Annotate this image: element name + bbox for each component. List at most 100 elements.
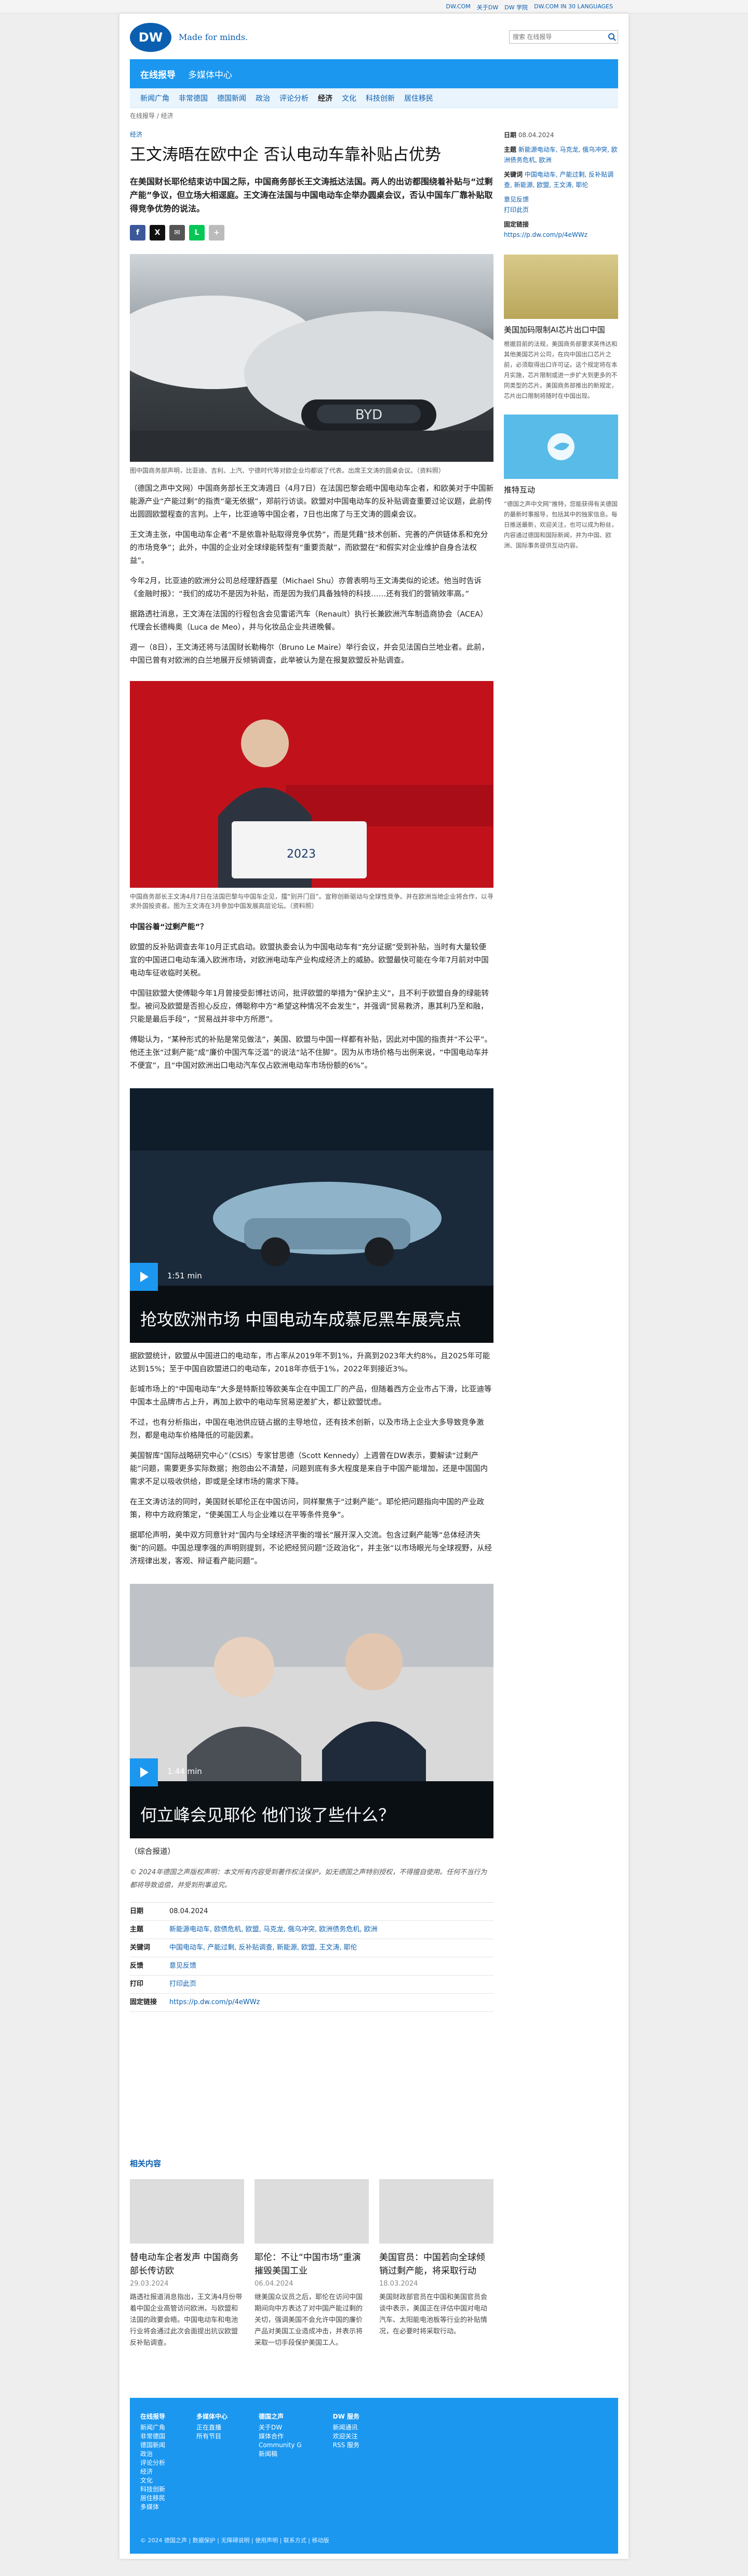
video-title[interactable]: 抢攻欧洲市场 中国电动车成慕尼黑车展亮点 bbox=[140, 1306, 483, 1330]
subnav-item-active[interactable]: 经济 bbox=[318, 93, 332, 103]
subnav-item[interactable]: 新闻广角 bbox=[140, 93, 169, 103]
footer-link[interactable]: 科技创新 bbox=[140, 2485, 165, 2494]
aside-permalink-link[interactable]: https://p.dw.com/p/4eWWz bbox=[504, 231, 587, 238]
footer-link[interactable]: Community G bbox=[259, 2441, 302, 2450]
search-input[interactable] bbox=[509, 30, 618, 44]
more-share-icon[interactable]: + bbox=[209, 225, 224, 241]
utility-link-academy[interactable]: DW 学院 bbox=[504, 3, 528, 11]
subnav-item[interactable]: 德国新闻 bbox=[217, 93, 246, 103]
related-card-title[interactable]: 替电动车企者发声 中国商务部长传访欧 bbox=[130, 2251, 244, 2278]
footer-link[interactable]: 非常德国 bbox=[140, 2432, 165, 2441]
dw-logo[interactable]: DW bbox=[130, 23, 171, 52]
footer-column-heading[interactable]: DW 服务 bbox=[333, 2412, 359, 2421]
related-thumb[interactable] bbox=[255, 2179, 369, 2244]
subnav-item[interactable]: 居住移民 bbox=[404, 93, 433, 103]
footer-link[interactable]: 多媒体 bbox=[140, 2503, 165, 2512]
related-card[interactable]: 耶伦：不让“中国市场”重演 摧毁美国工业 06.04.2024 继美国众议员之后… bbox=[255, 2179, 369, 2349]
print-link[interactable]: 打印此页 bbox=[169, 1979, 196, 1990]
meta-value: 08.04.2024 bbox=[169, 1907, 208, 1915]
photo1-caption: 图中国商务部声明，比亚迪、吉利、上汽、宁德时代等对欧企业均都说了代表。出席王文涛… bbox=[130, 467, 445, 474]
line-share-icon[interactable]: L bbox=[189, 225, 205, 241]
subnav-item[interactable]: 政治 bbox=[256, 93, 270, 103]
related-thumb[interactable] bbox=[379, 2179, 493, 2244]
footer-column-heading[interactable]: 多媒体中心 bbox=[196, 2412, 228, 2421]
related-card-title[interactable]: 美国官员：中国若向全球倾销过剩产能，将采取行动 bbox=[379, 2251, 493, 2278]
twitter-title[interactable]: 推特互动 bbox=[504, 484, 618, 496]
aside-topics: 主题 新能源电动车, 马克龙, 俄乌冲突, 欧洲债务危机, 欧洲 bbox=[504, 144, 618, 165]
permalink-link[interactable]: https://p.dw.com/p/4eWWz bbox=[169, 1997, 260, 2008]
footer-link[interactable]: 关于DW bbox=[259, 2423, 302, 2432]
footer-link[interactable]: 新闻稿 bbox=[259, 2450, 302, 2459]
related-card-title[interactable]: 耶伦：不让“中国市场”重演 摧毁美国工业 bbox=[255, 2251, 369, 2278]
nav-media-center[interactable]: 多媒体中心 bbox=[188, 68, 232, 81]
utility-link-dwcom[interactable]: DW.COM bbox=[446, 3, 471, 11]
promo-title[interactable]: 美国加码限制AI芯片出口中国 bbox=[504, 324, 618, 336]
footer-link[interactable]: 欢迎关注 bbox=[333, 2432, 359, 2441]
footer-link[interactable]: 新闻通讯 bbox=[333, 2423, 359, 2432]
aside-label: 关键词 bbox=[504, 171, 523, 178]
footer-column-heading[interactable]: 德国之声 bbox=[259, 2412, 302, 2421]
subnav-item[interactable]: 非常德国 bbox=[179, 93, 208, 103]
video-player-ev-munich[interactable]: 1:51 min 抢攻欧洲市场 中国电动车成慕尼黑车展亮点 bbox=[130, 1088, 493, 1343]
footer-column-heading[interactable]: 在线报导 bbox=[140, 2412, 165, 2421]
promo-image[interactable] bbox=[504, 255, 618, 319]
meta-key: 关键词 bbox=[130, 1944, 151, 1952]
related-card[interactable]: 替电动车企者发声 中国商务部长传访欧 29.03.2024 路透社报道消息指出，… bbox=[130, 2179, 244, 2349]
copyright-notice: © 2024年德国之声版权声明：本文所有内容受到著作权法保护，如无德国之声特别授… bbox=[130, 1868, 487, 1889]
video-title[interactable]: 何立峰会见耶伦 他们谈了些什么？ bbox=[140, 1802, 483, 1826]
meta-keyword-links[interactable]: 中国电动车, 产能过剩, 反补贴调查, 新能源, 欧盟, 王文涛, 耶伦 bbox=[169, 1942, 357, 1954]
aside-keywords: 关键词 中国电动车, 产能过剩, 反补贴调查, 新能源, 欧盟, 王文涛, 耶伦 bbox=[504, 169, 618, 190]
photo-forum-speaker: 2023 bbox=[130, 681, 493, 888]
footer-link[interactable]: 居住移民 bbox=[140, 2494, 165, 2503]
article-kicker[interactable]: 经济 bbox=[130, 130, 493, 139]
play-icon[interactable] bbox=[130, 1263, 158, 1291]
footer-link[interactable]: 所有节目 bbox=[196, 2432, 228, 2441]
footer-link[interactable]: 经济 bbox=[140, 2467, 165, 2476]
footer-column: 多媒体中心正在直播 所有节目 bbox=[196, 2412, 228, 2512]
meta-key: 反馈 bbox=[130, 1962, 144, 1970]
paragraph: 据欧盟统计，欧盟从中国进口的电动车，市占率从2019年不到1%，升高到2023年… bbox=[130, 1352, 490, 1373]
paragraph: 王文涛主张，中国电动车企者“不是依靠补贴取得竞争优势”，而是凭藉“技术创新、完善… bbox=[130, 531, 488, 565]
aside-topic-links[interactable]: 新能源电动车, 马克龙, 俄乌冲突, 欧洲债务危机, 欧洲 bbox=[504, 146, 618, 164]
footer-link[interactable]: 媒体合作 bbox=[259, 2432, 302, 2441]
related-content: 相关内容 替电动车企者发声 中国商务部长传访欧 29.03.2024 路透社报道… bbox=[130, 2158, 618, 2349]
footer-link[interactable]: 政治 bbox=[140, 2450, 165, 2459]
email-share-icon[interactable]: ✉ bbox=[169, 225, 185, 241]
footer-legal[interactable]: © 2024 德国之声 | 数据保护 | 无障碍说明 | 使用声明 | 联系方式… bbox=[140, 2536, 608, 2544]
aside-date: 日期 08.04.2024 bbox=[504, 130, 618, 140]
utility-link-about[interactable]: 关于DW bbox=[477, 3, 498, 11]
aside-label: 主题 bbox=[504, 146, 517, 153]
twitter-banner[interactable] bbox=[504, 415, 618, 479]
video-player-yellen[interactable]: 1:44 min 何立峰会见耶伦 他们谈了些什么？ bbox=[130, 1584, 493, 1838]
footer-link[interactable]: 新闻广角 bbox=[140, 2423, 165, 2432]
aside-print-link[interactable]: 打印此页 bbox=[504, 206, 529, 213]
subnav-item[interactable]: 评论分析 bbox=[279, 93, 309, 103]
footer-column: DW 服务新闻通讯 欢迎关注 RSS 服务 bbox=[333, 2412, 359, 2512]
paragraph: （德国之声中文网）中国商务部长王文涛週日（4月7日）在法国巴黎会晤中国电动车企者… bbox=[130, 485, 493, 519]
footer-link[interactable]: RSS 服务 bbox=[333, 2441, 359, 2450]
footer-link[interactable]: 正在直播 bbox=[196, 2423, 228, 2432]
paragraph: 据路透社消息，王文涛在法国的行程包含会见雷诺汽车（Renault）执行长兼欧洲汽… bbox=[130, 610, 488, 632]
aside-value: 08.04.2024 bbox=[518, 131, 554, 139]
footer-link[interactable]: 文化 bbox=[140, 2476, 165, 2485]
footer-link[interactable]: 评论分析 bbox=[140, 2459, 165, 2467]
meta-key: 日期 bbox=[130, 1907, 144, 1915]
sources: （综合报道） bbox=[130, 1848, 175, 1856]
footer-link[interactable]: 德国新闻 bbox=[140, 2441, 165, 2450]
nav-online-reports[interactable]: 在线报导 bbox=[140, 68, 176, 81]
video-thumbnail bbox=[130, 1584, 493, 1838]
related-card[interactable]: 美国官员：中国若向全球倾销过剩产能，将采取行动 18.03.2024 美国财政部… bbox=[379, 2179, 493, 2349]
search-icon[interactable] bbox=[608, 33, 616, 41]
breadcrumb[interactable]: 在线报导 / 经济 bbox=[130, 111, 618, 120]
feedback-link[interactable]: 意见反馈 bbox=[169, 1960, 196, 1972]
utility-link-languages[interactable]: DW.COM IN 30 LANGUAGES bbox=[534, 3, 613, 11]
related-card-date: 06.04.2024 bbox=[255, 2280, 293, 2288]
facebook-share-icon[interactable]: f bbox=[130, 225, 145, 241]
subnav-item[interactable]: 科技创新 bbox=[366, 93, 395, 103]
aside-feedback-link[interactable]: 意见反馈 bbox=[504, 196, 529, 203]
meta-topics-links[interactable]: 新能源电动车, 欧债危机, 欧盟, 马克龙, 俄乌冲突, 欧洲债务危机, 欧洲 bbox=[169, 1924, 378, 1936]
x-share-icon[interactable]: X bbox=[150, 225, 165, 241]
related-thumb[interactable] bbox=[130, 2179, 244, 2244]
play-icon[interactable] bbox=[130, 1758, 158, 1786]
subnav-item[interactable]: 文化 bbox=[342, 93, 356, 103]
